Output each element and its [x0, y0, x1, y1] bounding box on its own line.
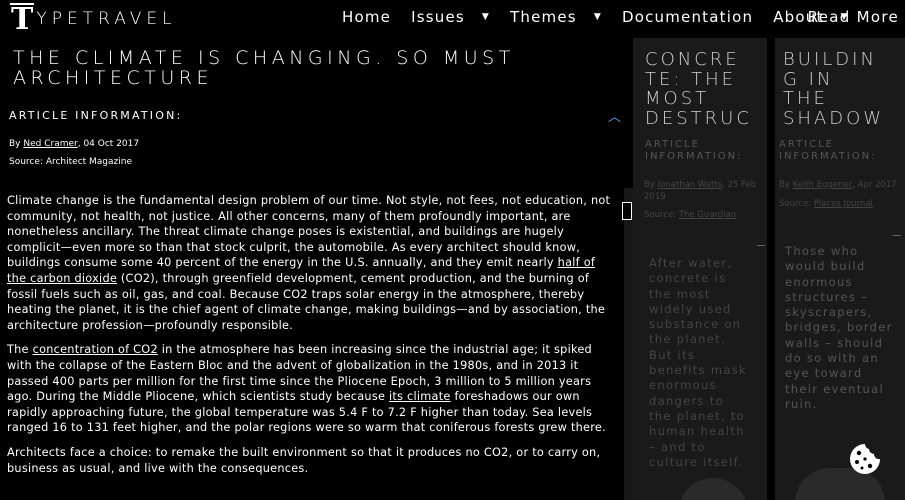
side-article-info-heading: Article Information: [645, 139, 743, 162]
source-prefix: Source: [779, 199, 814, 209]
side-article-excerpt: After water, concrete is the most widely… [649, 256, 747, 469]
logo-letter: T [10, 2, 35, 37]
side-article-card[interactable]: Concre te: the most destruc Article Info… [633, 38, 767, 500]
top-navbar: T YPETRAVEL Home Issues ▼ Themes ▼ Documen… [0, 0, 905, 38]
by-prefix: By [779, 180, 793, 190]
collapse-dash-icon[interactable] [893, 235, 901, 236]
source-prefix: Source: [644, 210, 679, 220]
read-more-link[interactable]: Read More [808, 8, 899, 26]
article-body: Climate change is the fundamental design… [7, 193, 613, 485]
article-date: , Apr 2017 [852, 180, 897, 190]
paragraph: Architects face a choice: to remake the … [7, 445, 601, 475]
its-climate-link[interactable]: its climate [389, 390, 451, 403]
side-article-excerpt: Those who would build enormous structure… [785, 244, 893, 411]
side-article-card[interactable]: Buildin g in the shadow Article Informat… [775, 38, 905, 500]
scrollbar-thumb[interactable] [622, 202, 632, 220]
by-prefix: By [644, 180, 658, 190]
author-link[interactable]: Ned Cramer [23, 139, 77, 149]
nav-item-themes[interactable]: Themes ▼ [510, 8, 612, 26]
article-source: Source: Architect Magazine [9, 157, 132, 167]
side-article-source: Source: The Guardian [644, 210, 736, 220]
side-article-title[interactable]: Buildin g in the shadow [783, 50, 884, 128]
source-name: Architect Magazine [45, 157, 133, 167]
nav-item-label: Themes [510, 8, 577, 26]
logo-text: YPETRAVEL [36, 9, 177, 29]
main-menu: Home Issues ▼ Themes ▼ Documentation About… [342, 8, 869, 26]
author-link[interactable]: Jonathan Watts [658, 180, 723, 190]
side-article-title[interactable]: Concre te: the most destruc [645, 50, 752, 128]
article-date: , 04 Oct 2017 [77, 139, 140, 149]
text-span: Climate change is the fundamental design… [7, 194, 611, 270]
scrollbar-track[interactable] [624, 188, 633, 500]
site-logo[interactable]: T YPETRAVEL [10, 2, 177, 37]
nav-item-label: Home [342, 8, 392, 26]
source-link[interactable]: Places Journal [814, 199, 873, 209]
side-article-source: Source: Places Journal [779, 199, 873, 209]
nav-item-home[interactable]: Home [342, 8, 401, 26]
collapse-dash-icon[interactable] [757, 245, 765, 246]
co2-concentration-link[interactable]: concentration of CO2 [33, 343, 158, 356]
caret-down-icon: ▼ [593, 12, 602, 22]
by-prefix: By [9, 139, 24, 149]
nav-item-documentation[interactable]: Documentation [622, 8, 763, 26]
chevron-up-icon[interactable]: ︿ [608, 106, 621, 125]
article-byline: By Ned Cramer, 04 Oct 2017 [9, 139, 139, 149]
nav-item-label: Issues [411, 8, 465, 26]
side-article-byline: By Keith Eggener, Apr 2017 [779, 179, 899, 191]
decorative-shape [678, 478, 748, 500]
cookie-settings-icon[interactable] [848, 442, 882, 476]
column-gap [767, 38, 775, 500]
main-article: The climate is changing. So must archite… [0, 38, 633, 500]
side-article-info-heading: Article Information: [779, 139, 877, 162]
source-prefix: Source: [9, 157, 46, 167]
article-title: The climate is changing. So must archite… [13, 47, 515, 89]
nav-item-label: Documentation [621, 8, 754, 26]
caret-down-icon: ▼ [481, 12, 491, 22]
paragraph: The concentration of CO2 in the atmosphe… [7, 342, 613, 436]
paragraph: Climate change is the fundamental design… [7, 193, 613, 333]
nav-item-issues[interactable]: Issues ▼ [411, 8, 500, 26]
text-span: The [7, 343, 33, 357]
article-info-heading[interactable]: Article Information: [9, 109, 182, 122]
side-article-byline: By Jonathan Watts, 25 Feb 2019 [644, 179, 764, 203]
source-link[interactable]: The Guardian [679, 210, 736, 220]
author-link[interactable]: Keith Eggener [793, 180, 853, 190]
